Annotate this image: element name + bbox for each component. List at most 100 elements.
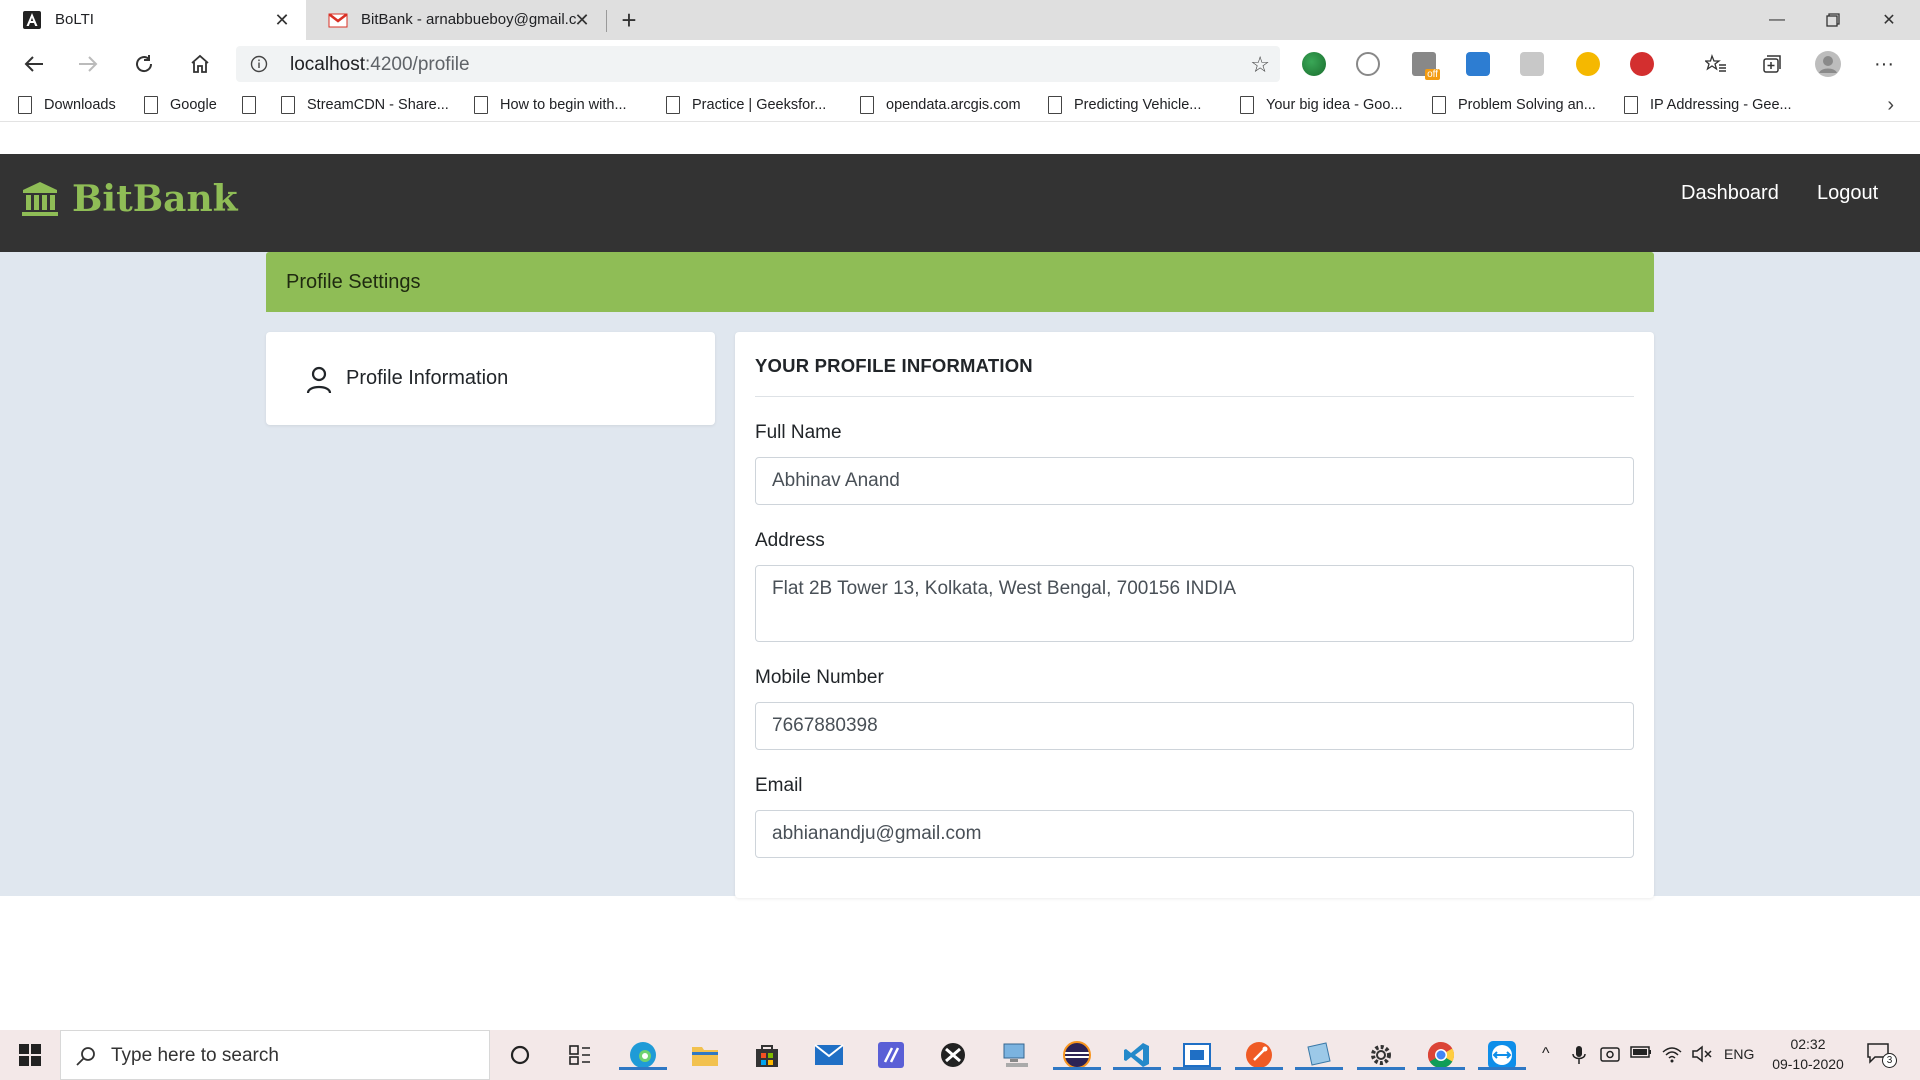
tab-title: BitBank - arnabbueboy@gmail.c	[361, 11, 576, 28]
bookmark-item[interactable]: StreamCDN - Share...	[281, 94, 449, 116]
minimize-icon[interactable]: —	[1750, 0, 1804, 40]
taskbar-search-input[interactable]: Type here to search	[60, 1030, 490, 1080]
bookmark-label: Your big idea - Goo...	[1266, 97, 1403, 113]
address-bar[interactable]: localhost:4200/profile ☆	[236, 46, 1280, 82]
bookmark-item[interactable]: opendata.arcgis.com	[860, 94, 1021, 116]
extension-globe-icon[interactable]	[1302, 52, 1326, 76]
brand[interactable]: BitBank	[20, 178, 238, 220]
eclipse-icon[interactable]	[1053, 1039, 1101, 1071]
language-indicator[interactable]: ENG	[1724, 1046, 1754, 1062]
nav-dashboard-link[interactable]: Dashboard	[1681, 182, 1779, 205]
restore-icon[interactable]	[1806, 0, 1860, 40]
info-icon[interactable]	[250, 55, 268, 73]
collections-icon[interactable]	[1756, 48, 1788, 80]
favorite-star-icon[interactable]: ☆	[1250, 52, 1270, 78]
bookmark-label: Google	[170, 97, 217, 113]
microphone-icon[interactable]	[1572, 1045, 1586, 1065]
chevron-up-icon[interactable]: ^	[1542, 1045, 1550, 1063]
active-indicator	[1235, 1067, 1283, 1070]
window-close-icon[interactable]: ✕	[1862, 0, 1916, 40]
bookmark-item[interactable]: Your big idea - Goo...	[1240, 94, 1403, 116]
settings-gear-icon[interactable]	[1357, 1039, 1405, 1071]
page-icon	[242, 96, 256, 114]
battery-icon[interactable]	[1630, 1045, 1652, 1059]
extension-lock-icon[interactable]	[1466, 52, 1490, 76]
clock-date: 09-10-2020	[1772, 1056, 1844, 1072]
camera-tray-icon[interactable]	[1600, 1045, 1620, 1063]
bookmark-item[interactable]: Google	[144, 94, 217, 116]
vscode-icon[interactable]	[1113, 1039, 1161, 1071]
bookmark-label: Practice | Geeksfor...	[692, 97, 827, 113]
email-field[interactable]: abhianandju@gmail.com	[755, 810, 1634, 858]
page-icon	[18, 96, 32, 114]
chevron-right-icon[interactable]: ›	[1887, 94, 1894, 117]
bookmark-item[interactable]	[242, 94, 268, 116]
close-icon[interactable]: ✕	[272, 10, 292, 30]
url-text[interactable]: localhost:4200/profile	[290, 54, 470, 76]
active-indicator	[1113, 1067, 1161, 1070]
gmail-icon	[328, 13, 348, 28]
teamviewer-icon[interactable]	[1478, 1039, 1526, 1071]
chrome-icon[interactable]	[1417, 1039, 1465, 1071]
cortana-icon[interactable]	[504, 1039, 536, 1071]
bookmark-item[interactable]: IP Addressing - Gee...	[1624, 94, 1792, 116]
taskbar-clock[interactable]: 02:32 09-10-2020	[1768, 1034, 1848, 1074]
file-explorer-icon[interactable]	[689, 1039, 721, 1071]
sidebar-item-label: Profile Information	[346, 367, 509, 389]
bookmark-label: Problem Solving an...	[1458, 97, 1596, 113]
profile-avatar-icon[interactable]	[1812, 48, 1844, 80]
bookmark-item[interactable]: Predicting Vehicle...	[1048, 94, 1201, 116]
extension-grey-icon[interactable]	[1520, 52, 1544, 76]
nav-logout-link[interactable]: Logout	[1817, 182, 1878, 205]
bookmark-item[interactable]: Practice | Geeksfor...	[666, 94, 826, 116]
volume-muted-icon[interactable]	[1692, 1045, 1712, 1063]
active-indicator	[1417, 1067, 1465, 1070]
close-icon[interactable]: ✕	[572, 10, 592, 30]
refresh-icon[interactable]	[128, 48, 160, 80]
bookmark-item[interactable]: Problem Solving an...	[1432, 94, 1596, 116]
forward-icon[interactable]	[72, 48, 104, 80]
windows-start-icon[interactable]	[10, 1040, 50, 1070]
mobile-number-label: Mobile Number	[755, 667, 884, 688]
network-computer-icon[interactable]	[999, 1039, 1031, 1071]
favorites-icon[interactable]	[1700, 48, 1732, 80]
page-icon	[1048, 96, 1062, 114]
tab-gmail[interactable]: BitBank - arnabbueboy@gmail.c ✕	[306, 0, 606, 40]
sidebar-item-profile-information[interactable]: Profile Information	[266, 332, 715, 425]
back-icon[interactable]	[18, 48, 50, 80]
bookmark-item[interactable]: How to begin with...	[474, 94, 627, 116]
bookmark-label: Downloads	[44, 97, 116, 113]
search-icon	[76, 1047, 95, 1066]
extension-download-icon[interactable]	[1576, 52, 1600, 76]
notepad-app-icon[interactable]	[1295, 1039, 1343, 1071]
more-menu-icon[interactable]: ···	[1868, 48, 1900, 80]
new-tab-icon[interactable]: +	[614, 4, 644, 36]
tab-title: BoLTI	[55, 11, 94, 28]
task-view-icon[interactable]	[564, 1039, 596, 1071]
extension-off-icon[interactable]: off	[1412, 52, 1440, 80]
store-icon[interactable]	[751, 1039, 783, 1071]
bookmark-label: Predicting Vehicle...	[1074, 97, 1202, 113]
profile-form-card: YOUR PROFILE INFORMATION Full Name Abhin…	[735, 332, 1654, 898]
full-name-field[interactable]: Abhinav Anand	[755, 457, 1634, 505]
adblock-icon[interactable]	[1630, 52, 1654, 76]
windows-taskbar: Type here to search ^ ENG 02:32 09-10-20…	[0, 1030, 1920, 1080]
address-field[interactable]: Flat 2B Tower 13, Kolkata, West Bengal, …	[755, 565, 1634, 642]
power-automate-icon[interactable]	[875, 1039, 907, 1071]
wifi-icon[interactable]	[1662, 1045, 1682, 1063]
extension-link-icon[interactable]	[1356, 52, 1380, 76]
mobile-number-field[interactable]: 7667880398	[755, 702, 1634, 750]
bookmark-item[interactable]: Downloads	[18, 94, 116, 116]
postman-icon[interactable]	[1235, 1039, 1283, 1071]
home-icon[interactable]	[184, 48, 216, 80]
bookmark-label: IP Addressing - Gee...	[1650, 97, 1792, 113]
active-indicator	[619, 1067, 667, 1070]
address-label: Address	[755, 530, 825, 551]
mail-icon[interactable]	[813, 1039, 845, 1071]
whiteboard-app-icon[interactable]	[1173, 1039, 1221, 1071]
tab-bolti[interactable]: BoLTI ✕	[0, 0, 306, 40]
notification-center-icon[interactable]: 3	[1866, 1041, 1897, 1068]
edge-icon[interactable]	[619, 1039, 667, 1071]
xbox-icon[interactable]	[937, 1039, 969, 1071]
page-icon	[474, 96, 488, 114]
